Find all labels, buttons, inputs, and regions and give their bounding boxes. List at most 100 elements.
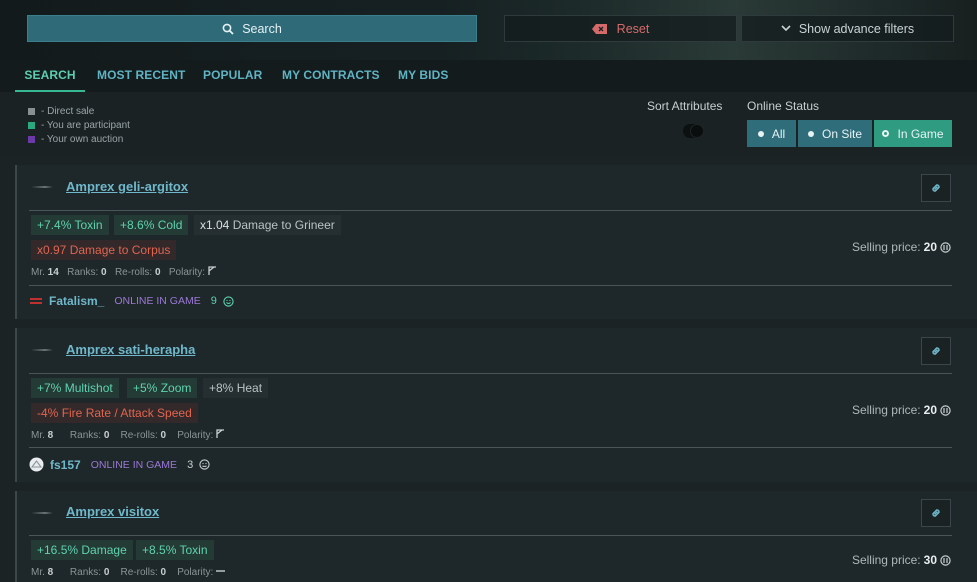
copy-link-button[interactable] xyxy=(921,337,951,365)
auction-title[interactable]: Amprex geli-argitox xyxy=(66,179,188,194)
status-all-label: All xyxy=(771,126,786,141)
status-on-site-button[interactable]: On Site xyxy=(798,120,872,147)
mr-value: 8 xyxy=(47,430,54,441)
avatar[interactable] xyxy=(29,294,43,308)
rerolls-value: 0 xyxy=(154,267,161,278)
attribute-name: Toxin xyxy=(74,218,103,232)
divider xyxy=(29,535,952,536)
platinum-icon xyxy=(940,241,951,253)
link-icon xyxy=(932,184,940,192)
seller-name[interactable]: fs157 xyxy=(50,458,81,472)
reset-button[interactable]: Reset xyxy=(504,15,737,42)
seller-reputation: 3 xyxy=(187,458,194,471)
auction-card: Amprex sati-herapha +7% Multishot +5% Zo… xyxy=(15,328,977,482)
copy-link-button[interactable] xyxy=(921,499,951,527)
selling-price: Selling price: 20 xyxy=(852,403,951,417)
attribute-name: Damage to Corpus xyxy=(69,243,171,257)
rerolls-value: 0 xyxy=(160,430,167,441)
reset-button-label: Reset xyxy=(616,21,650,36)
attribute-name: Heat xyxy=(236,381,263,395)
auction-card: Amprex visitox +16.5% Damage +8.5% Toxin… xyxy=(15,491,977,582)
ranks-label: Ranks: xyxy=(67,267,99,278)
legend-label: - Your own auction xyxy=(41,133,124,145)
price-value: 30 xyxy=(923,553,937,567)
seller-status: ONLINE IN GAME xyxy=(114,295,201,307)
auction-title[interactable]: Amprex sati-herapha xyxy=(66,342,195,357)
ranks-value: 0 xyxy=(103,567,110,578)
mr-label: Mr. xyxy=(31,430,45,441)
mr-value: 8 xyxy=(47,567,54,578)
attribute-tag: +8.5% Toxin xyxy=(136,540,214,560)
attribute-tag: +7.4% Toxin xyxy=(31,215,109,235)
auction-title[interactable]: Amprex visitox xyxy=(66,504,159,519)
attribute-value: +8% xyxy=(209,381,234,395)
ranks-label: Ranks: xyxy=(69,430,102,441)
dot-icon xyxy=(757,130,764,137)
seller-status: ONLINE IN GAME xyxy=(90,458,178,471)
online-status-label: Online Status xyxy=(747,99,820,113)
link-icon xyxy=(932,347,940,355)
sort-attributes-toggle[interactable] xyxy=(683,124,704,138)
neutral-face-icon xyxy=(199,459,210,470)
price-label: Selling price: xyxy=(851,553,921,567)
chevron-down-icon xyxy=(781,25,791,32)
selling-price: Selling price: 20 xyxy=(852,240,951,254)
attribute-value: +8.6% xyxy=(120,218,155,232)
polarity-icon xyxy=(216,429,225,438)
backspace-icon xyxy=(591,23,607,34)
ranks-value: 0 xyxy=(103,430,110,441)
tab-search[interactable]: SEARCH xyxy=(15,60,85,92)
attribute-tag: +8.6% Cold xyxy=(114,215,189,235)
avatar[interactable] xyxy=(29,457,44,472)
seller-info: fs157 ONLINE IN GAME 3 xyxy=(29,457,210,472)
attribute-tag: x1.04 Damage to Grineer xyxy=(194,215,341,235)
ranks-value: 0 xyxy=(101,267,107,278)
attribute-value: +7.4% xyxy=(37,218,72,232)
tab-most-recent[interactable]: MOST RECENT xyxy=(97,60,185,92)
divider xyxy=(29,447,952,448)
divider xyxy=(29,210,952,211)
status-on-site-label: On Site xyxy=(821,126,863,141)
attribute-name: Multishot xyxy=(64,381,113,395)
attribute-value: -4% xyxy=(37,406,59,420)
platinum-icon xyxy=(940,404,951,416)
tab-my-bids[interactable]: MY BIDS xyxy=(398,60,449,92)
attribute-name: Zoom xyxy=(160,381,192,395)
weapon-icon xyxy=(31,512,53,514)
status-in-game-button[interactable]: In Game xyxy=(874,120,952,147)
legend-item-own-auction: - Your own auction xyxy=(28,132,130,146)
attribute-name: Damage to Grineer xyxy=(232,218,335,232)
rerolls-label: Re-rolls: xyxy=(120,430,158,441)
attribute-tag: +8% Heat xyxy=(203,378,269,398)
no-polarity-icon xyxy=(216,570,226,572)
attribute-value: x0.97 xyxy=(37,243,67,257)
legend-swatch xyxy=(28,107,35,115)
tab-my-contracts[interactable]: MY CONTRACTS xyxy=(282,60,380,92)
attribute-name: Damage xyxy=(81,543,127,557)
legend-label: - Direct sale xyxy=(41,105,95,117)
advanced-filters-label: Show advance filters xyxy=(798,21,915,36)
seller-reputation: 9 xyxy=(210,295,217,307)
search-button[interactable]: Search xyxy=(27,15,477,42)
tab-popular[interactable]: POPULAR xyxy=(203,60,262,92)
price-value: 20 xyxy=(923,403,937,417)
price-label: Selling price: xyxy=(851,403,921,417)
status-in-game-label: In Game xyxy=(897,126,944,141)
attribute-tag: x0.97 Damage to Corpus xyxy=(31,240,177,260)
copy-link-button[interactable] xyxy=(921,174,951,202)
attribute-value: +5% xyxy=(133,381,158,395)
polarity-label: Polarity: xyxy=(177,567,214,578)
attribute-tag: +7% Multishot xyxy=(31,378,119,398)
seller-name[interactable]: Fatalism_ xyxy=(49,294,104,308)
status-all-button[interactable]: All xyxy=(747,120,796,147)
attribute-name: Fire Rate / Attack Speed xyxy=(61,406,192,420)
attribute-value: +7% xyxy=(37,381,62,395)
divider xyxy=(29,373,952,374)
legend: - Direct sale - You are participant - Yo… xyxy=(28,104,130,146)
mr-value: 14 xyxy=(47,267,59,278)
rerolls-value: 0 xyxy=(160,567,167,578)
attribute-tag: -4% Fire Rate / Attack Speed xyxy=(31,403,198,423)
advanced-filters-button[interactable]: Show advance filters xyxy=(741,15,954,42)
attribute-value: +16.5% xyxy=(37,543,79,557)
weapon-icon xyxy=(31,349,53,351)
